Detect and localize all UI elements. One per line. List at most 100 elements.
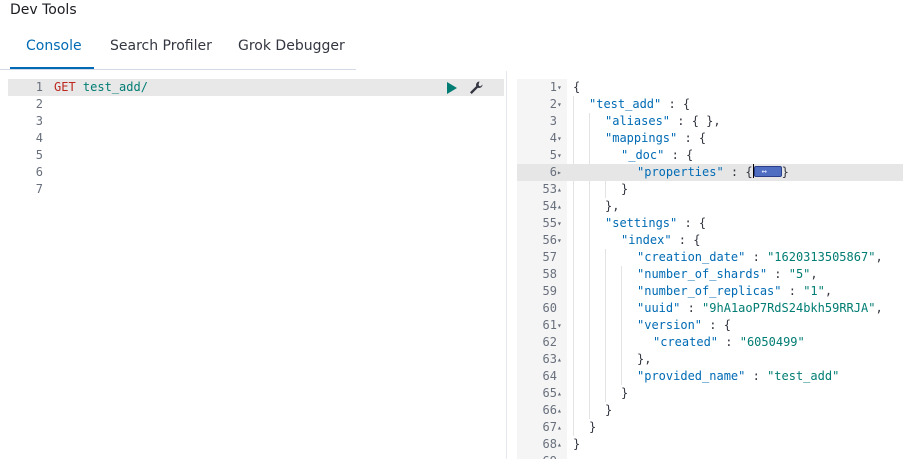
line-number: 1 <box>35 80 43 94</box>
output-line: 5 ▾ "_doc" : { <box>517 147 903 164</box>
fold-toggle-icon[interactable]: ▴ <box>557 198 565 215</box>
fold-toggle-icon[interactable]: ▾ <box>557 130 565 147</box>
json-key: "mappings" <box>605 131 678 145</box>
json-punctuation: } <box>605 403 613 417</box>
line-number: 62 <box>542 335 557 349</box>
line-number: 61 <box>542 318 557 332</box>
code-text: "created" : "6050499" <box>653 334 805 351</box>
json-key: "aliases" <box>605 114 671 128</box>
json-key: "_doc" <box>621 148 665 162</box>
line-number: 66 <box>542 403 557 417</box>
output-line: 6▸ "properties" : {} <box>517 164 903 181</box>
json-punctuation: } <box>573 437 581 451</box>
json-punctuation: : { <box>702 318 731 332</box>
code-text: } <box>589 419 596 436</box>
output-line: 69 <box>517 453 903 459</box>
output-line: 53 ▴} <box>517 181 903 198</box>
wrench-icon[interactable] <box>468 80 484 96</box>
fold-toggle-icon[interactable]: ▸ <box>557 164 565 181</box>
json-key: "settings" <box>605 216 678 230</box>
line-number: 54 <box>542 199 557 213</box>
fold-toggle-icon[interactable]: ▴ <box>557 351 565 368</box>
line-number: 55 <box>542 216 557 230</box>
json-punctuation: : <box>718 335 740 349</box>
json-punctuation: : <box>745 369 768 383</box>
code-text: { <box>573 79 580 96</box>
json-key: "creation_date" <box>637 250 746 264</box>
json-key: "uuid" <box>637 301 681 315</box>
line-number: 60 <box>542 301 557 315</box>
fold-toggle-icon[interactable]: ▴ <box>557 419 565 436</box>
output-line: 55 ▾ "settings" : { <box>517 215 903 232</box>
output-line: 68 ▴} <box>517 436 903 453</box>
code-text: "uuid" : "9hA1aoP7RdS24bkh59RRJA", <box>637 300 883 317</box>
line-number: 4 <box>35 131 43 145</box>
json-punctuation: : <box>781 284 804 298</box>
line-number: 5 <box>35 148 43 162</box>
json-punctuation: } <box>589 420 597 434</box>
json-punctuation: : <box>745 250 768 264</box>
line-number: 64 <box>542 369 557 383</box>
json-punctuation: } <box>621 182 629 196</box>
output-line: 57 "creation_date" : "1620313505867", <box>517 249 903 266</box>
json-key: "number_of_shards" <box>637 267 768 281</box>
tab-grok-debugger[interactable]: Grok Debugger <box>238 38 345 54</box>
request-url: test_add/ <box>82 80 148 94</box>
json-key: "index" <box>621 233 672 247</box>
json-punctuation: } <box>781 165 789 179</box>
line-number: 58 <box>542 267 557 281</box>
panel-resizer[interactable] <box>506 71 516 459</box>
line-number: 53 <box>542 182 557 196</box>
fold-toggle-icon[interactable]: ▾ <box>557 232 565 249</box>
fold-toggle-icon[interactable]: ▴ <box>557 436 565 453</box>
output-line: 59 "number_of_replicas" : "1", <box>517 283 903 300</box>
line-number: 2 <box>35 97 43 111</box>
fold-toggle-icon[interactable]: ▾ <box>557 147 565 164</box>
code-text: "number_of_replicas" : "1", <box>637 283 832 300</box>
line-number: 7 <box>35 182 43 196</box>
json-punctuation: : { <box>671 233 701 247</box>
code-text: "provided_name" : "test_add" <box>637 368 839 385</box>
fold-toggle-icon[interactable]: ▾ <box>557 79 565 96</box>
tab-console[interactable]: Console <box>26 38 82 54</box>
json-key: "number_of_replicas" <box>637 284 782 298</box>
tab-search-profiler[interactable]: Search Profiler <box>110 38 212 54</box>
play-icon[interactable] <box>447 82 457 94</box>
request-editor[interactable]: 1 2 3 4 5 6 7 GET test_add/ <box>8 79 504 459</box>
line-number: 1 <box>549 80 557 94</box>
folded-section-marker[interactable] <box>753 164 782 181</box>
fold-toggle-icon[interactable]: ▴ <box>557 385 565 402</box>
code-text: "index" : { <box>621 232 700 249</box>
output-line: 2 ▾ "test_add" : { <box>517 96 903 113</box>
json-key: "properties" <box>637 165 724 179</box>
json-key: "provided_name" <box>637 369 746 383</box>
code-text: } <box>573 436 580 453</box>
output-line: 62 "created" : "6050499" <box>517 334 903 351</box>
code-text: }, <box>605 198 619 215</box>
output-line: 65 ▴} <box>517 385 903 402</box>
fold-toggle-icon[interactable]: ▾ <box>557 317 565 334</box>
json-punctuation: { <box>573 80 581 94</box>
json-punctuation: , <box>824 284 833 298</box>
json-string: "1" <box>803 284 825 298</box>
fold-toggle-icon[interactable]: ▴ <box>557 181 565 198</box>
line-number: 6 <box>35 165 43 179</box>
request-line[interactable]: GET test_add/ <box>54 79 148 96</box>
tab-bar: Console Search Profiler Grok Debugger <box>0 28 356 70</box>
code-text: "test_add" : { <box>589 96 690 113</box>
output-line: 4 ▾ "mappings" : { <box>517 130 903 147</box>
request-method: GET <box>54 80 76 94</box>
line-number: 59 <box>542 284 557 298</box>
line-number: 4 <box>549 131 557 145</box>
output-line: 60 "uuid" : "9hA1aoP7RdS24bkh59RRJA", <box>517 300 903 317</box>
output-line: 56 ▾ "index" : { <box>517 232 903 249</box>
fold-toggle-icon[interactable]: ▾ <box>557 96 565 113</box>
line-number: 67 <box>542 420 557 434</box>
fold-toggle-icon[interactable]: ▴ <box>557 402 565 419</box>
code-text: } <box>605 402 612 419</box>
code-text: "settings" : { <box>605 215 706 232</box>
fold-toggle-icon[interactable]: ▾ <box>557 215 565 232</box>
json-punctuation: }, <box>637 352 652 366</box>
json-punctuation: } <box>621 386 629 400</box>
json-key: "test_add" <box>589 97 662 111</box>
